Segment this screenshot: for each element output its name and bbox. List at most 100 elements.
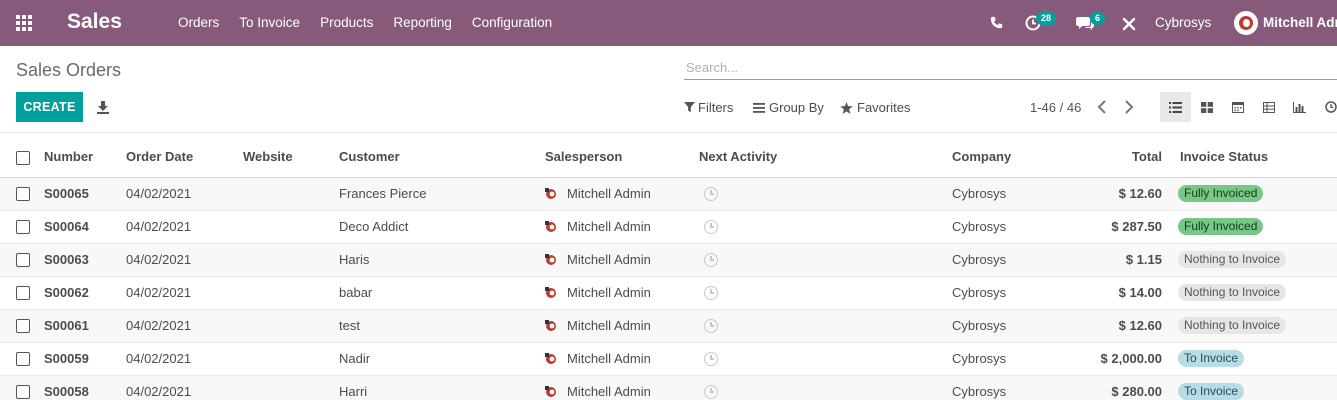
activity-clock-icon[interactable] — [704, 187, 718, 202]
select-all-cell[interactable] — [0, 137, 44, 178]
order-website — [243, 243, 339, 277]
activity-clock-icon[interactable] — [704, 220, 718, 235]
next-activity-cell[interactable] — [699, 342, 952, 376]
user-menu[interactable]: Mitchell Admin — [1263, 15, 1337, 30]
next-activity-cell[interactable] — [699, 309, 952, 343]
menu-item-configuration[interactable]: Configuration — [472, 15, 552, 30]
app-brand[interactable]: Sales — [67, 10, 122, 34]
row-select-cell[interactable] — [0, 210, 44, 244]
pager-previous-icon[interactable] — [1095, 98, 1109, 116]
invoice-status-cell: Nothing to Invoice — [1170, 243, 1337, 277]
next-activity-cell[interactable] — [699, 375, 952, 400]
order-date: 04/02/2021 — [126, 342, 243, 376]
activity-clock-icon[interactable] — [704, 253, 718, 268]
activity-clock-icon[interactable] — [704, 286, 718, 301]
filters-dropdown[interactable]: Filters — [684, 100, 733, 115]
pager-next-icon[interactable] — [1122, 98, 1136, 116]
next-activity-cell[interactable] — [699, 276, 952, 310]
user-avatar[interactable] — [1234, 11, 1258, 35]
activity-clock-icon[interactable] — [704, 385, 718, 400]
phone-icon[interactable] — [990, 16, 1003, 29]
pager-value[interactable]: 1-46 / 46 — [1030, 100, 1081, 115]
salesperson-avatar-icon — [545, 352, 557, 365]
activity-view-button[interactable] — [1315, 92, 1337, 122]
column-number[interactable]: Number — [44, 137, 126, 178]
row-select-cell[interactable] — [0, 342, 44, 376]
invoice-status-cell: Nothing to Invoice — [1170, 309, 1337, 343]
column-order-date[interactable]: Order Date — [126, 137, 243, 178]
kanban-view-button[interactable] — [1191, 92, 1222, 122]
row-checkbox[interactable] — [16, 286, 30, 301]
table-row[interactable]: S00061 04/02/2021 test Mitchell Admin Cybros… — [0, 309, 1337, 343]
salesperson-avatar-icon — [545, 319, 557, 332]
next-activity-cell[interactable] — [699, 210, 952, 244]
row-select-cell[interactable] — [0, 243, 44, 277]
control-panel-divider — [0, 132, 1337, 133]
row-select-cell[interactable] — [0, 375, 44, 400]
row-checkbox[interactable] — [16, 385, 30, 400]
table-row[interactable]: S00065 04/02/2021 Frances Pierce Mitchell A… — [0, 177, 1337, 211]
invoice-status-cell: To Invoice — [1170, 375, 1337, 400]
row-checkbox[interactable] — [16, 253, 30, 268]
list-bars-icon — [753, 102, 765, 113]
row-select-cell[interactable] — [0, 309, 44, 343]
order-website — [243, 375, 339, 400]
order-total: $ 2,000.00 — [1082, 342, 1170, 376]
invoice-status-cell: Fully Invoiced — [1170, 210, 1337, 244]
select-all-checkbox[interactable] — [16, 150, 30, 165]
top-navbar: Sales Orders To Invoice Products Reporti… — [0, 0, 1337, 46]
order-customer: Nadir — [339, 342, 545, 376]
order-number: S00059 — [44, 342, 126, 376]
column-website[interactable]: Website — [243, 137, 339, 178]
list-view-icon — [1169, 101, 1182, 113]
column-invoice-status[interactable]: Invoice Status — [1170, 137, 1337, 178]
favorites-dropdown[interactable]: Favorites — [840, 100, 910, 115]
order-date: 04/02/2021 — [126, 243, 243, 277]
salesperson-name: Mitchell Admin — [567, 219, 651, 234]
next-activity-cell[interactable] — [699, 243, 952, 277]
table-row[interactable]: S00063 04/02/2021 Haris Mitchell Admin Cybro… — [0, 243, 1337, 277]
list-view-button[interactable] — [1160, 92, 1191, 122]
graph-view-button[interactable] — [1284, 92, 1315, 122]
column-next-activity[interactable]: Next Activity — [699, 137, 952, 178]
menu-item-products[interactable]: Products — [320, 15, 373, 30]
create-button[interactable]: CREATE — [16, 92, 83, 122]
next-activity-cell[interactable] — [699, 177, 952, 211]
column-salesperson[interactable]: Salesperson — [545, 137, 699, 178]
debug-tools-icon[interactable] — [1122, 17, 1136, 31]
table-row[interactable]: S00064 04/02/2021 Deco Addict Mitchell Admi… — [0, 210, 1337, 244]
menu-item-to-invoice[interactable]: To Invoice — [239, 15, 300, 30]
search-bar — [684, 56, 1337, 80]
apps-menu-icon[interactable] — [16, 15, 34, 31]
download-icon[interactable] — [96, 100, 110, 114]
row-checkbox[interactable] — [16, 319, 30, 334]
group-by-dropdown[interactable]: Group By — [753, 100, 824, 115]
order-customer: test — [339, 309, 545, 343]
row-select-cell[interactable] — [0, 276, 44, 310]
search-input[interactable] — [684, 56, 1337, 78]
salesperson-avatar-icon — [545, 220, 557, 233]
row-checkbox[interactable] — [16, 220, 30, 235]
order-number: S00065 — [44, 177, 126, 211]
pivot-view-button[interactable] — [1253, 92, 1284, 122]
company-switcher[interactable]: Cybrosys — [1155, 15, 1211, 30]
activity-clock-icon[interactable] — [704, 319, 718, 334]
order-website — [243, 309, 339, 343]
row-checkbox[interactable] — [16, 352, 30, 367]
row-checkbox[interactable] — [16, 187, 30, 202]
invoice-status-badge: Nothing to Invoice — [1178, 251, 1287, 268]
table-row[interactable]: S00059 04/02/2021 Nadir Mitchell Admin Cybro… — [0, 342, 1337, 376]
order-salesperson-cell: Mitchell Admin — [545, 375, 699, 400]
table-row[interactable]: S00058 04/02/2021 Harri Mitchell Admin Cybro… — [0, 375, 1337, 400]
column-company[interactable]: Company — [952, 137, 1082, 178]
column-total[interactable]: Total — [1082, 137, 1170, 178]
view-switcher — [1160, 92, 1337, 122]
calendar-view-button[interactable] — [1222, 92, 1253, 122]
activity-clock-icon[interactable] — [704, 352, 718, 367]
row-select-cell[interactable] — [0, 177, 44, 211]
table-row[interactable]: S00062 04/02/2021 babar Mitchell Admin Cybro… — [0, 276, 1337, 310]
menu-item-orders[interactable]: Orders — [178, 15, 219, 30]
order-website — [243, 177, 339, 211]
column-customer[interactable]: Customer — [339, 137, 545, 178]
menu-item-reporting[interactable]: Reporting — [393, 15, 452, 30]
